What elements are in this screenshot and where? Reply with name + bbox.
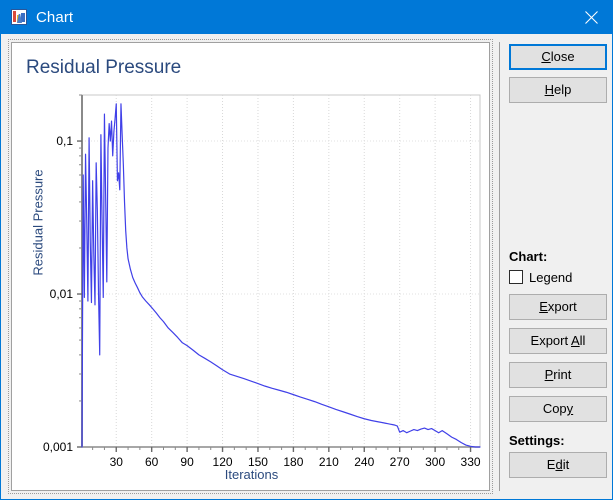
svg-text:0,01: 0,01 <box>50 287 74 301</box>
help-button-accel: H <box>544 82 555 97</box>
legend-checkbox[interactable] <box>509 270 523 284</box>
svg-text:0,001: 0,001 <box>43 440 73 454</box>
print-button[interactable]: Print <box>509 362 607 388</box>
panel-separator <box>499 42 500 491</box>
export-button[interactable]: Export <box>509 294 607 320</box>
chart-panel[interactable]: Residual Pressure Residual Pressure Iter… <box>8 39 493 494</box>
edit-button[interactable]: Edit <box>509 452 607 478</box>
svg-text:180: 180 <box>283 455 303 469</box>
chart-group-label: Chart: <box>509 249 548 264</box>
export-all-button-label-post: ll <box>579 333 586 348</box>
print-button-accel: P <box>544 367 554 382</box>
window-title: Chart <box>36 8 74 26</box>
export-all-button[interactable]: Export All <box>509 328 607 354</box>
print-button-label: rint <box>553 367 572 382</box>
copy-button-accel: y <box>566 401 574 416</box>
close-button-accel: C <box>541 49 551 64</box>
export-button-accel: E <box>539 299 548 314</box>
help-button[interactable]: Help <box>509 77 607 103</box>
close-button-label: lose <box>550 49 575 64</box>
side-pane: Close Help Chart: Legend Export Export A… <box>509 42 609 491</box>
copy-button[interactable]: Copy <box>509 396 607 422</box>
help-button-label: elp <box>554 82 572 97</box>
title-bar: Chart <box>1 0 612 34</box>
svg-text:30: 30 <box>110 455 124 469</box>
edit-button-label-post: it <box>562 457 570 472</box>
edit-button-accel: d <box>555 457 563 472</box>
svg-text:330: 330 <box>461 455 481 469</box>
svg-text:60: 60 <box>145 455 159 469</box>
export-all-button-accel: A <box>571 333 580 348</box>
legend-checkbox-label: Legend <box>529 269 573 285</box>
copy-button-label-pre: Cop <box>542 401 567 416</box>
close-button[interactable]: Close <box>509 44 607 70</box>
svg-text:0,1: 0,1 <box>56 134 73 148</box>
close-icon[interactable] <box>568 0 612 34</box>
export-button-label: xport <box>547 299 577 314</box>
svg-text:210: 210 <box>319 455 339 469</box>
svg-text:90: 90 <box>180 455 194 469</box>
svg-text:300: 300 <box>425 455 445 469</box>
svg-text:120: 120 <box>213 455 233 469</box>
client-area: Residual Pressure Residual Pressure Iter… <box>1 34 612 499</box>
svg-text:270: 270 <box>390 455 410 469</box>
residual-pressure-plot: 0,1 0,01 0,001 30 60 90 120 150 180 210 240 270 300 3… <box>43 94 481 469</box>
svg-text:240: 240 <box>354 455 374 469</box>
settings-group-label: Settings: <box>509 433 565 448</box>
export-all-button-label-pre: Export <box>530 333 571 348</box>
svg-text:150: 150 <box>248 455 268 469</box>
chart-window: Chart Residual Pressure Residual Pressur… <box>0 0 613 500</box>
chart-app-icon <box>11 9 27 25</box>
legend-checkbox-row[interactable]: Legend <box>509 268 572 286</box>
